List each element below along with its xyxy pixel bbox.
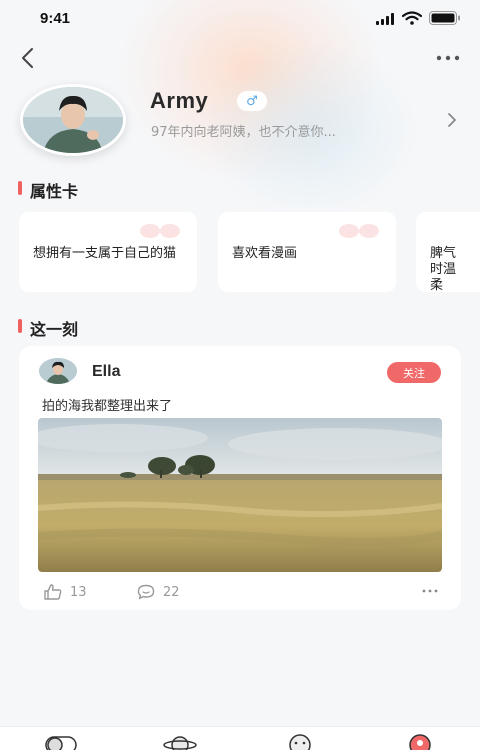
tab-bar xyxy=(0,726,480,750)
section-title-moment: 这一刻 xyxy=(18,316,78,340)
tab-planet-icon[interactable] xyxy=(162,733,198,750)
comment-icon xyxy=(137,584,155,600)
section-title-attributes: 属性卡 xyxy=(18,178,78,202)
profile-name: Army xyxy=(150,88,209,113)
male-icon: ♂ xyxy=(246,93,258,109)
wifi-icon xyxy=(402,11,422,25)
profile-bio: 97年内向老阿姨，也不介意你... xyxy=(151,125,336,140)
tab-face-icon[interactable] xyxy=(282,733,318,750)
gender-badge: ♂ xyxy=(237,91,267,111)
wheat-field-photo xyxy=(38,418,442,572)
hearts-decoration-icon xyxy=(140,224,180,238)
back-button[interactable] xyxy=(14,44,42,72)
like-count: 13 xyxy=(70,584,87,600)
like-button[interactable]: 13 xyxy=(44,583,87,601)
moment-card: Ella 关注 拍的海我都整理出来了 13 22 xyxy=(19,346,461,610)
follow-button[interactable]: 关注 xyxy=(387,362,441,383)
comment-count: 22 xyxy=(163,584,180,600)
post-avatar-photo xyxy=(39,358,77,384)
attribute-card[interactable]: 喜欢看漫画 xyxy=(218,212,396,292)
attribute-text: 喜欢看漫画 xyxy=(232,246,298,261)
signal-icon xyxy=(376,13,394,25)
tab-profile-icon[interactable] xyxy=(402,733,438,750)
attribute-card[interactable]: 脾气时温柔 xyxy=(416,212,480,292)
battery-icon xyxy=(429,11,460,25)
tab-toggle-icon[interactable] xyxy=(43,733,79,750)
post-text: 拍的海我都整理出来了 xyxy=(42,399,173,414)
status-time: 9:41 xyxy=(40,10,71,27)
post-more-button[interactable] xyxy=(421,586,439,596)
profile-avatar[interactable] xyxy=(20,84,126,156)
chevron-right-icon[interactable] xyxy=(444,110,460,130)
avatar-photo xyxy=(23,87,123,153)
post-image[interactable] xyxy=(38,418,442,572)
attribute-text: 想拥有一支属于自己的猫 xyxy=(33,246,177,261)
post-username[interactable]: Ella xyxy=(92,363,120,381)
comment-button[interactable]: 22 xyxy=(137,583,180,601)
post-avatar[interactable] xyxy=(39,358,77,384)
thumbs-up-icon xyxy=(44,584,62,600)
hearts-decoration-icon xyxy=(339,224,379,238)
attribute-text: 脾气时温柔 xyxy=(430,246,457,292)
attribute-card[interactable]: 想拥有一支属于自己的猫 xyxy=(19,212,197,292)
more-options-button[interactable] xyxy=(432,46,464,70)
status-bar: 9:41 xyxy=(0,0,480,38)
